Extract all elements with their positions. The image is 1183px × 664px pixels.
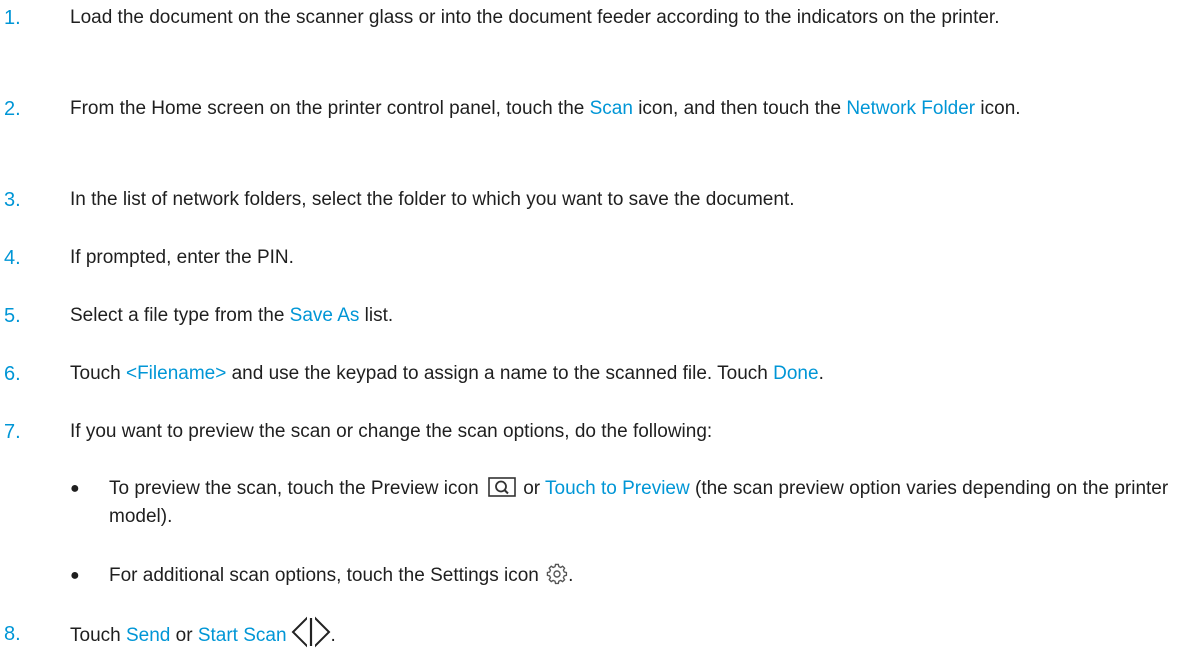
save-as-link[interactable]: Save As bbox=[290, 305, 360, 326]
bullet-text: To preview the scan, touch the Preview i… bbox=[109, 475, 1169, 531]
start-scan-link[interactable]: Start Scan bbox=[198, 625, 287, 646]
step-number: 1. bbox=[4, 7, 21, 29]
step-text: If you want to preview the scan or chang… bbox=[70, 421, 713, 442]
text-run: Touch bbox=[70, 625, 126, 647]
text-run: . bbox=[818, 363, 824, 384]
step-text: In the list of network folders, select t… bbox=[70, 189, 795, 210]
text-run: For additional scan options, touch the S… bbox=[109, 565, 545, 586]
step-text: Touch <Filename> and use the keypad to a… bbox=[70, 360, 1170, 388]
step-text: If prompted, enter the PIN. bbox=[70, 247, 294, 268]
bullet-text: For additional scan options, touch the S… bbox=[109, 562, 1169, 590]
start-icon bbox=[291, 612, 330, 652]
filename-link[interactable]: <Filename> bbox=[126, 363, 226, 384]
text-run: and use the keypad to assign a name to t… bbox=[226, 363, 774, 384]
send-link[interactable]: Send bbox=[126, 625, 170, 646]
step-number: 5. bbox=[4, 305, 21, 327]
text-run: list. bbox=[359, 305, 394, 326]
done-link[interactable]: Done bbox=[773, 363, 818, 384]
text-run: . bbox=[568, 565, 574, 586]
step-number: 8. bbox=[4, 623, 21, 645]
preview-icon bbox=[488, 477, 516, 497]
text-run: or bbox=[170, 625, 198, 647]
network-folder-link[interactable]: Network Folder bbox=[846, 98, 975, 119]
step-text: Touch Send or Start Scan. bbox=[70, 612, 1170, 652]
text-run: icon, and then touch the bbox=[632, 98, 847, 119]
step-text: Load the document on the scanner glass o… bbox=[70, 7, 1000, 28]
text-run: Touch bbox=[70, 363, 126, 384]
touch-to-preview-link[interactable]: Touch to Preview bbox=[545, 478, 690, 499]
step-text: Select a file type from the Save As list… bbox=[70, 302, 1170, 330]
instruction-list: 1. Load the document on the scanner glas… bbox=[0, 0, 1183, 664]
text-run: To preview the scan, touch the Preview i… bbox=[109, 478, 484, 499]
step-number: 7. bbox=[4, 421, 21, 443]
text-run: or bbox=[517, 478, 546, 499]
gear-icon bbox=[546, 563, 568, 585]
text-run: Select a file type from the bbox=[70, 305, 290, 326]
bullet-dot: ● bbox=[70, 480, 80, 497]
text-run: icon. bbox=[975, 98, 1021, 119]
text-run: . bbox=[330, 625, 336, 647]
step-number: 3. bbox=[4, 189, 21, 211]
scan-link[interactable]: Scan bbox=[590, 98, 633, 119]
step-number: 4. bbox=[4, 247, 21, 269]
text-run: From the Home screen on the printer cont… bbox=[70, 98, 590, 119]
step-text: From the Home screen on the printer cont… bbox=[70, 95, 1170, 123]
bullet-dot: ● bbox=[70, 567, 80, 584]
step-number: 2. bbox=[4, 98, 21, 120]
step-number: 6. bbox=[4, 363, 21, 385]
